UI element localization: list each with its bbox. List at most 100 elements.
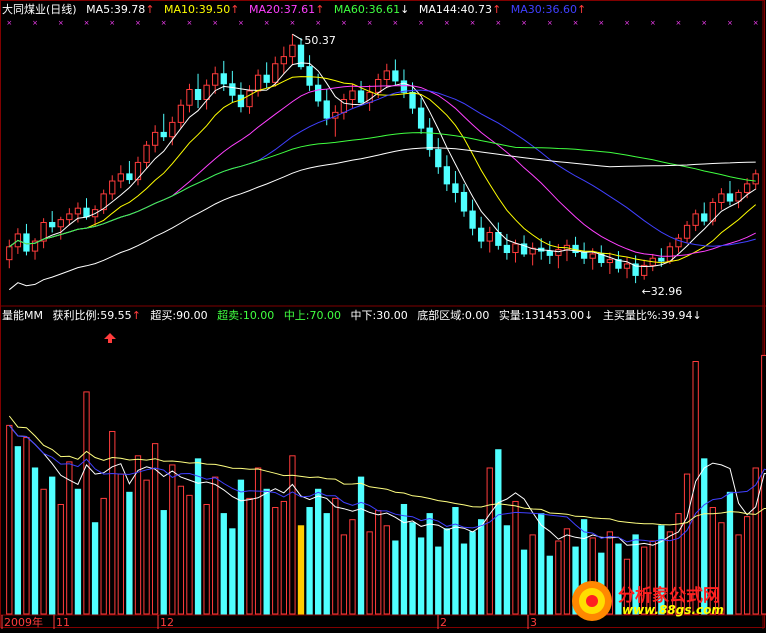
candle-up [117,173,124,182]
candle-down [435,149,442,168]
candle-down [23,233,30,252]
volume-bar-down [323,513,330,615]
candle-down [409,91,416,109]
candle-down [49,221,56,228]
candle-up [272,63,279,83]
ma60-readout: MA60:36.61 [333,3,401,16]
volume-bar-down [74,488,82,615]
top-marker: × [650,19,656,27]
volume-bar-up [254,467,262,615]
candle-up [74,207,82,215]
candle-up [212,73,219,86]
volume-bar-down [400,503,408,615]
volume-bar-down [229,528,236,615]
top-marker: × [727,19,733,27]
volume-bar-down [160,510,167,615]
volume-bar-down [409,522,416,615]
candle-up [623,263,631,269]
volume-bar-down [538,513,545,615]
volume-panel-header: 量能MM 获利比例:59.55↑ 超买:90.00 超卖:10.00 中上:70… [2,309,708,323]
volume-bar-down [495,449,502,615]
volume-bar-up [332,497,339,615]
candle-down [426,127,433,151]
volume-bar-up [143,479,150,615]
volume-bar-up [134,455,142,615]
candle-up [186,89,193,106]
volume-bar-up [563,528,571,615]
ma5-readout: MA5:39.78 [86,3,146,16]
candle-up [280,56,287,65]
candle-up [177,104,185,123]
candle-down [220,73,227,85]
ma10-up-arrow: ↑ [230,3,240,16]
ma144-readout: MA144:40.73 [418,3,493,16]
candle-down [495,232,502,246]
candle-up [735,191,742,202]
volume-bar-up [109,430,116,615]
top-marker: × [238,19,244,27]
volume-bar-down [126,491,133,615]
low-annotation: ←32.96 [642,285,683,298]
volume-bar-down [443,528,451,615]
x-tick-label: 11 [56,616,70,629]
x-tick-label: 3 [530,616,537,629]
top-marker: × [701,19,707,27]
candle-up [683,224,691,239]
volume-bar-down [392,540,399,615]
top-marker: × [264,19,270,27]
candle-up [589,253,596,259]
candle-down [314,84,322,102]
ma10-readout: MA10:39.50 [164,3,231,16]
candle-up [606,259,614,264]
volume-bar-up [289,455,296,615]
top-marker: × [547,19,553,27]
candle-up [743,183,751,193]
top-marker: × [418,19,424,27]
volume-bar-up [761,354,766,615]
volume-bar-up [6,424,13,615]
top-marker: × [521,19,527,27]
top-marker: × [367,19,373,27]
ma5-line [9,62,756,268]
top-marker: × [109,19,115,27]
volume-bar-down [306,507,313,615]
top-marker: × [598,19,604,27]
main-buy-ratio-readout: 主买量比%:39.94 [602,309,693,322]
top-marker: × [289,19,295,27]
volume-bar-up [117,473,124,615]
volume-bar-up [246,497,253,615]
volume-bar-up [280,500,287,615]
candle-up [486,232,493,242]
top-marker: × [212,19,218,27]
ma20-up-arrow: ↑ [315,3,325,16]
signal-up-arrow-icon [104,333,116,343]
candle-down [229,83,236,96]
candle-down [460,191,468,212]
top-marker: × [470,19,476,27]
volume-bar-up [486,467,493,615]
top-marker: × [341,19,347,27]
ma30-up-arrow: ↑ [577,3,587,16]
volume-bar-down [520,549,528,615]
x-tick-label: 12 [160,616,174,629]
candle-down [580,252,588,259]
top-marker: × [753,19,759,27]
volume-bar-down [49,476,56,615]
candle-down [478,227,485,242]
volume-bar-up [555,540,562,615]
volume-bar-up [512,500,519,615]
volume-bar-up [272,507,279,615]
candle-down [392,70,399,82]
indicator-name: 量能MM [2,309,43,322]
mid-lower-readout: 中下:30.00 [350,309,408,322]
ma144-up-arrow: ↑ [492,3,502,16]
volume-bar-down [220,513,227,615]
candle-down [726,193,734,202]
top-marker: × [135,19,141,27]
candle-up [151,131,159,146]
candle-up [555,249,562,256]
candle-down [160,131,167,138]
volume-bar-down [426,513,433,615]
top-marker: × [315,19,321,27]
volume-bar-up [23,437,30,615]
